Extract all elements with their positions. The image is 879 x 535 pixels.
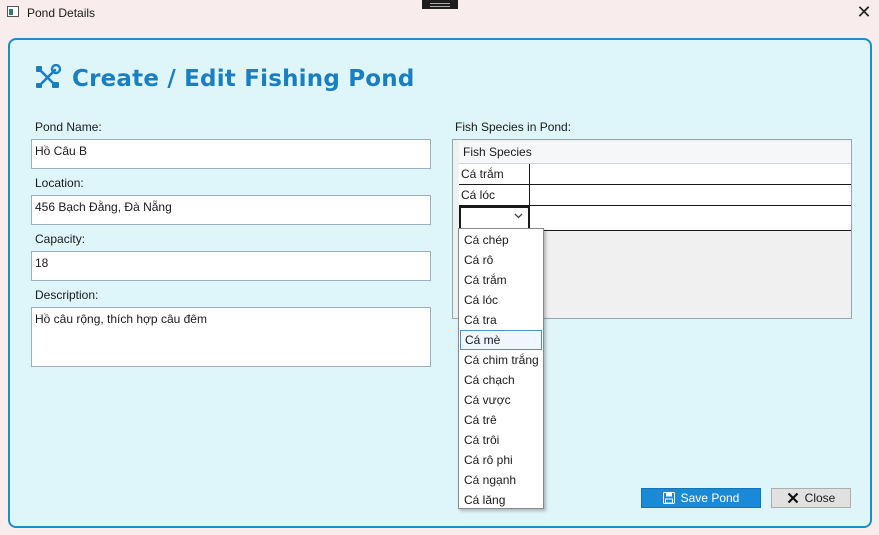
capacity-input[interactable]: 18 [31,251,431,281]
description-textarea[interactable]: Hồ câu rộng, thích hợp câu đêm [31,307,431,367]
close-icon [787,492,799,504]
species-cell[interactable]: Cá lóc [459,185,530,205]
species-dropdown-list[interactable]: Cá chép Cá rô Cá trắm Cá lóc Cá tra Cá m… [458,228,544,509]
location-label: Location: [35,176,84,190]
dropdown-option[interactable]: Cá tra [459,310,543,330]
close-button[interactable]: Close [771,488,851,508]
dropdown-option[interactable]: Cá chim trắng [459,350,543,370]
window-close-button[interactable]: ✕ [853,2,875,24]
title-bar: Pond Details ✕ [0,0,879,27]
app-icon [7,6,19,17]
page-heading: Create / Edit Fishing Pond [34,63,415,93]
species-combobox[interactable] [459,206,530,230]
pond-name-label: Pond Name: [35,120,102,134]
dropdown-option[interactable]: Cá chép [459,230,543,250]
dropdown-option[interactable]: Cá rô [459,250,543,270]
location-input[interactable]: 456 Bạch Đằng, Đà Nẵng [31,195,431,225]
dropdown-option[interactable]: Cá trôi [459,430,543,450]
snap-grip-icon[interactable] [422,0,458,9]
dropdown-option[interactable]: Cá chạch [459,370,543,390]
dropdown-option[interactable]: Cá rô phi [459,450,543,470]
capacity-label: Capacity: [35,232,86,246]
save-pond-label: Save Pond [680,491,740,505]
dropdown-option[interactable]: Cá ngạnh [459,470,543,490]
dropdown-option[interactable]: Cá trê [459,410,543,430]
species-cell[interactable]: Cá trắm [459,164,530,184]
dropdown-option[interactable]: Cá lóc [459,290,543,310]
form-card: Create / Edit Fishing Pond Pond Name: Hồ… [8,38,872,528]
dropdown-option[interactable]: Cá vược [459,390,543,410]
description-label: Description: [35,288,99,302]
tools-icon [34,63,62,93]
window-title: Pond Details [27,6,96,20]
save-pond-button[interactable]: Save Pond [641,488,761,508]
close-label: Close [804,491,836,505]
dropdown-option-highlighted[interactable]: Cá mè [460,330,542,350]
table-row[interactable]: Cá trắm [459,164,851,185]
chevron-down-icon[interactable] [514,211,523,222]
species-label: Fish Species in Pond: [455,120,572,134]
dropdown-option[interactable]: Cá trắm [459,270,543,290]
page-title: Create / Edit Fishing Pond [72,65,415,92]
column-header-fish-species[interactable]: Fish Species [459,142,851,164]
save-icon [662,492,675,504]
dropdown-option[interactable]: Cá lăng [459,490,543,510]
table-row[interactable]: Cá lóc [459,185,851,206]
pond-name-input[interactable]: Hồ Câu B [31,139,431,169]
